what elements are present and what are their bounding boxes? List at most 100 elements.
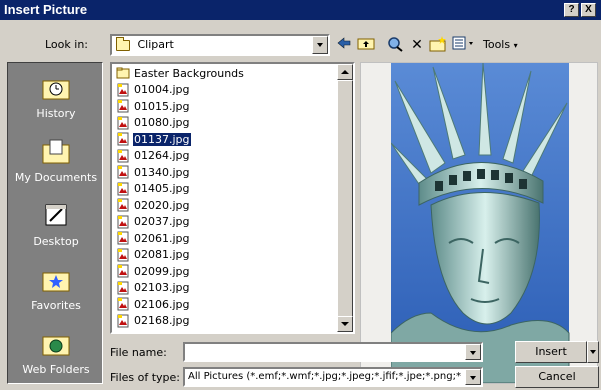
search-web-icon[interactable] — [385, 36, 405, 54]
file-item[interactable]: 02061.jpg — [116, 231, 191, 247]
window-title: Insert Picture — [4, 2, 88, 17]
insert-button[interactable]: Insert — [515, 341, 587, 363]
file-name: 01004.jpg — [134, 83, 190, 96]
jpg-file-icon — [116, 231, 130, 245]
file-item[interactable]: 01137.jpg — [116, 131, 192, 148]
chevron-down-icon[interactable] — [465, 344, 481, 360]
jpg-file-icon — [116, 83, 130, 97]
file-item[interactable]: 02099.jpg — [116, 264, 191, 280]
jpg-file-icon — [116, 132, 130, 146]
chevron-down-icon[interactable] — [312, 36, 328, 54]
file-name: 02168.jpg — [134, 314, 190, 327]
place-history[interactable]: History — [8, 67, 104, 131]
folder-icon — [116, 36, 130, 51]
files-of-type-value: All Pictures (*.emf;*.wmf;*.jpg;*.jpeg;*… — [188, 371, 461, 382]
file-name: 02061.jpg — [134, 231, 190, 245]
file-item[interactable]: 01405.jpg — [116, 182, 191, 198]
new-folder-icon[interactable] — [428, 36, 448, 54]
insert-options-dropdown[interactable] — [587, 341, 599, 363]
place-label: History — [36, 107, 76, 120]
file-item[interactable]: 01004.jpg — [116, 83, 191, 99]
jpg-file-icon — [116, 182, 130, 196]
file-name: 02103.jpg — [134, 281, 190, 294]
file-name: 02106.jpg — [134, 297, 190, 311]
place-favorites[interactable]: Favorites — [8, 259, 104, 323]
file-item[interactable]: 02037.jpg — [116, 215, 191, 231]
place-label: Favorites — [31, 299, 81, 312]
files-of-type-combo[interactable]: All Pictures (*.emf;*.wmf;*.jpg;*.jpeg;*… — [183, 367, 483, 387]
favorites-icon — [42, 272, 70, 292]
file-name: 02099.jpg — [134, 264, 190, 278]
file-item[interactable]: 02106.jpg — [116, 297, 191, 313]
file-item[interactable]: 01080.jpg — [116, 116, 191, 132]
tools-menu[interactable]: Tools ▾ — [483, 38, 518, 51]
files-of-type-label: Files of type: — [110, 371, 181, 384]
file-name: 02081.jpg — [134, 248, 190, 261]
file-item[interactable]: 02081.jpg — [116, 248, 191, 264]
places-bar: History My Documents Desktop Favorites W… — [7, 62, 103, 384]
jpg-file-icon — [116, 215, 130, 229]
chevron-down-icon: ▾ — [513, 41, 518, 50]
views-icon[interactable] — [450, 36, 478, 54]
preview-pane — [360, 62, 598, 384]
web-folders-icon — [42, 336, 70, 356]
place-label: Desktop — [33, 235, 79, 248]
file-name: Easter Backgrounds — [134, 66, 244, 80]
place-label: Web Folders — [22, 363, 90, 376]
jpg-file-icon — [116, 297, 130, 311]
jpg-file-icon — [116, 165, 130, 179]
jpg-file-icon — [116, 264, 130, 278]
look-in-label: Look in: — [45, 38, 88, 51]
jpg-file-icon — [116, 149, 130, 163]
jpg-file-icon — [116, 99, 130, 113]
help-button[interactable]: ? — [564, 3, 579, 17]
folder-item[interactable]: Easter Backgrounds — [116, 66, 245, 82]
scroll-up-button[interactable] — [337, 64, 353, 80]
file-name: 01137.jpg — [132, 131, 192, 147]
file-item[interactable]: 01340.jpg — [116, 165, 191, 181]
file-item[interactable]: 02020.jpg — [116, 198, 191, 214]
place-desktop[interactable]: Desktop — [8, 195, 104, 259]
file-name: 02020.jpg — [134, 198, 190, 212]
scroll-thumb[interactable] — [337, 80, 353, 332]
look-in-value: Clipart — [137, 38, 174, 51]
jpg-file-icon — [116, 281, 130, 295]
file-item[interactable]: 02103.jpg — [116, 281, 191, 297]
cancel-label: Cancel — [538, 370, 576, 383]
title-bar[interactable]: Insert Picture ? X — [0, 0, 601, 20]
up-folder-icon[interactable] — [356, 36, 376, 54]
place-my-documents[interactable]: My Documents — [8, 131, 104, 195]
scroll-down-button[interactable] — [337, 316, 353, 332]
my-documents-icon — [42, 139, 70, 164]
file-item[interactable]: 01015.jpg — [116, 99, 191, 115]
statue-of-liberty-preview-image — [391, 63, 570, 383]
chevron-down-icon — [341, 322, 349, 326]
file-name: 02037.jpg — [134, 215, 190, 228]
look-in-combo[interactable]: Clipart — [110, 34, 330, 56]
file-item[interactable]: 01264.jpg — [116, 149, 191, 165]
chevron-up-icon — [341, 70, 349, 74]
jpg-file-icon — [116, 198, 130, 212]
close-button[interactable]: X — [581, 3, 596, 17]
file-name: 01080.jpg — [134, 116, 190, 129]
place-web-folders[interactable]: Web Folders — [8, 323, 104, 387]
file-list-scrollbar[interactable] — [337, 64, 353, 332]
jpg-file-icon — [116, 248, 130, 262]
file-name: 01340.jpg — [134, 165, 190, 179]
file-item[interactable]: 02168.jpg — [116, 314, 191, 330]
chevron-down-icon[interactable] — [465, 369, 481, 385]
file-list[interactable]: Easter Backgrounds 01004.jpg 01015.jpg 0108… — [110, 62, 355, 334]
delete-icon[interactable]: ✕ — [407, 36, 427, 54]
place-label: My Documents — [14, 171, 98, 184]
jpg-file-icon — [116, 314, 130, 328]
desktop-icon — [45, 204, 67, 226]
file-name-label: File name: — [110, 346, 167, 359]
back-icon[interactable] — [334, 36, 354, 54]
file-name-input[interactable] — [183, 342, 483, 362]
insert-label: Insert — [535, 345, 567, 358]
file-name: 01015.jpg — [134, 99, 190, 113]
folder-icon — [116, 66, 130, 80]
insert-picture-dialog: Insert Picture ? X Look in: Clipart ✕ To… — [0, 0, 601, 390]
history-icon — [42, 80, 70, 100]
cancel-button[interactable]: Cancel — [515, 366, 599, 388]
